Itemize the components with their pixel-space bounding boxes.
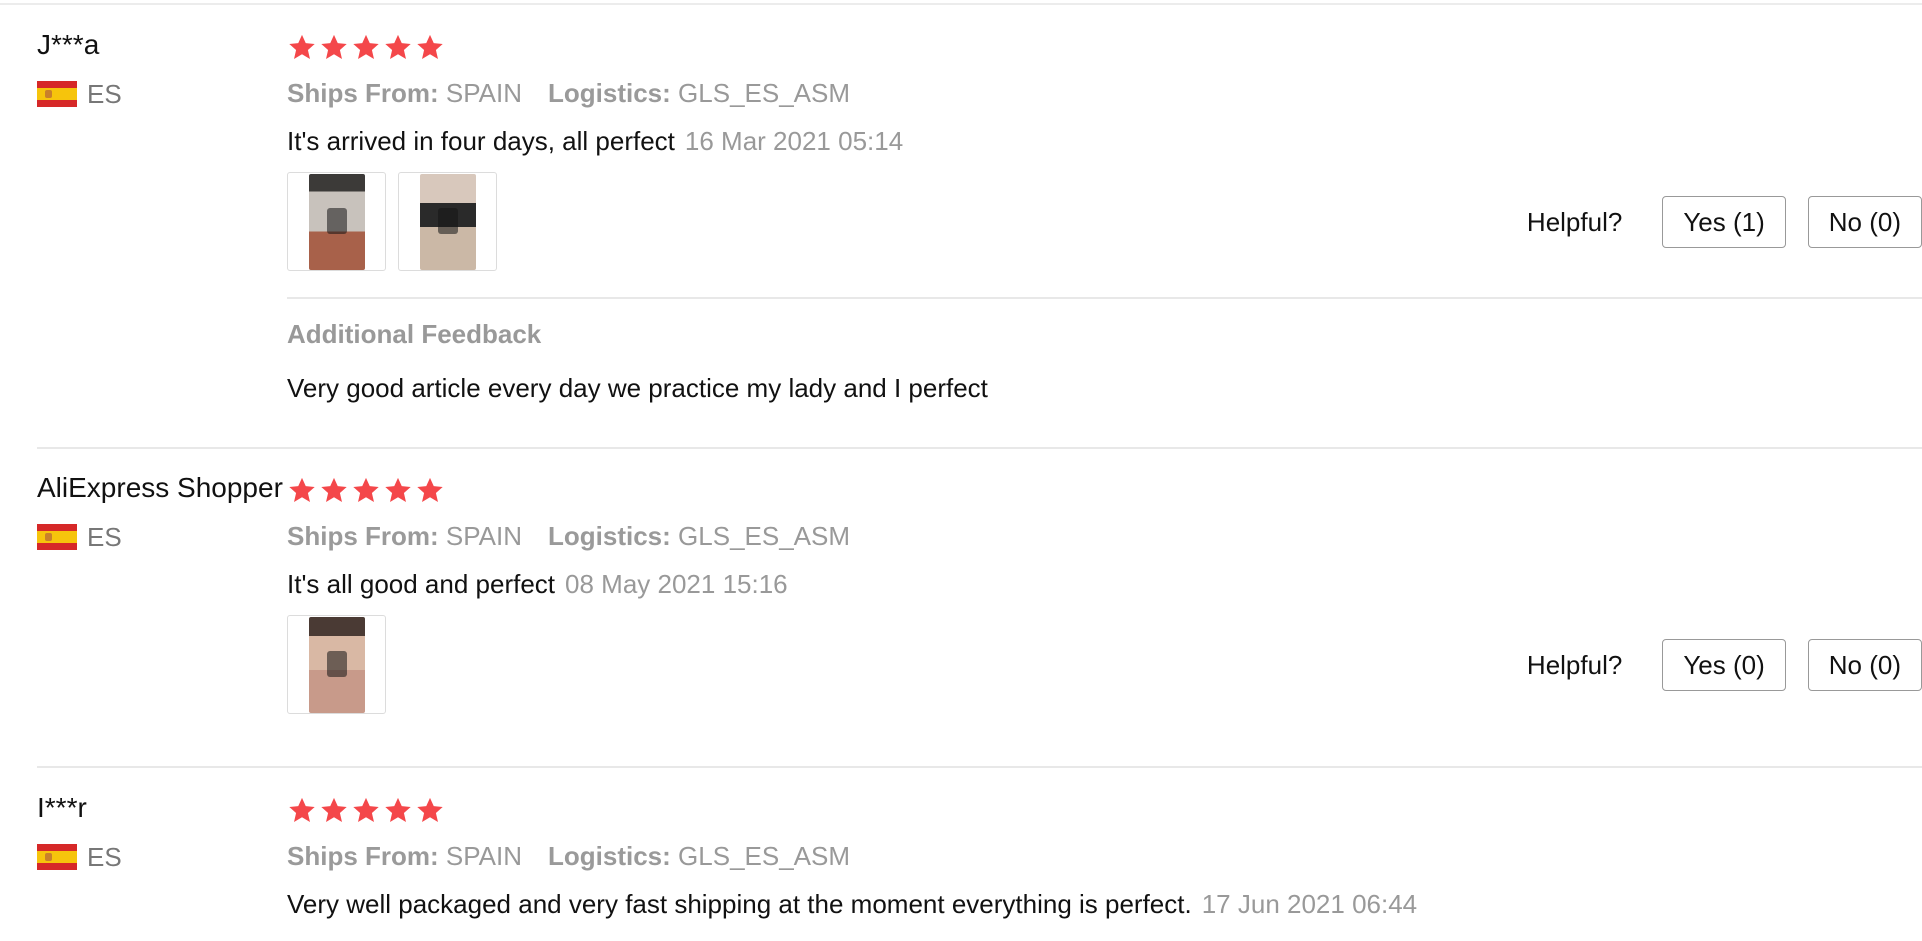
- spain-flag-icon: [37, 844, 77, 870]
- ships-from-label: Ships From:: [287, 521, 439, 551]
- review-item: AliExpress Shopper ES Ships From: SPAIN L…: [37, 471, 1922, 768]
- star-icon: [351, 796, 381, 825]
- star-icon: [383, 476, 413, 505]
- review-text-line: It's arrived in four days, all perfect 16…: [287, 124, 1922, 158]
- helpful-yes-button[interactable]: Yes (1): [1662, 196, 1786, 248]
- ships-from-label: Ships From:: [287, 78, 439, 108]
- review-date: 08 May 2021 15:16: [565, 569, 788, 599]
- star-icon: [287, 796, 317, 825]
- review-text: Very well packaged and very fast shippin…: [287, 889, 1192, 919]
- helpful-vote: Helpful? Yes (0) No (0): [1527, 639, 1922, 691]
- review-text-line: Very well packaged and very fast shippin…: [287, 887, 1922, 921]
- review-photo-thumbnail[interactable]: [287, 172, 386, 271]
- reviewer-info: AliExpress Shopper ES: [37, 471, 283, 553]
- star-icon: [287, 476, 317, 505]
- review-content: Ships From: SPAIN Logistics: GLS_ES_ASM I…: [287, 28, 1922, 405]
- logistics-label: Logistics:: [548, 841, 671, 871]
- helpful-no-button[interactable]: No (0): [1807, 639, 1922, 691]
- review-item: I***r ES Ships From: SPAIN Logistics: GLS…: [37, 791, 1922, 941]
- reviewer-country: ES: [37, 841, 277, 873]
- star-rating: [287, 28, 1922, 66]
- reviewer-name: I***r: [37, 792, 87, 823]
- additional-feedback-text: Very good article every day we practice …: [287, 373, 988, 403]
- reviewer-country: ES: [37, 78, 277, 110]
- top-divider: [0, 3, 1922, 5]
- helpful-yes-button[interactable]: Yes (0): [1662, 639, 1786, 691]
- star-icon: [383, 796, 413, 825]
- helpful-no-button[interactable]: No (0): [1807, 196, 1922, 248]
- helpful-label: Helpful?: [1526, 206, 1623, 237]
- ships-from-value: SPAIN: [445, 521, 523, 551]
- reviewer-country: ES: [37, 521, 277, 553]
- reviewer-name: J***a: [37, 29, 100, 60]
- shipping-info: Ships From: SPAIN Logistics: GLS_ES_ASM: [287, 76, 1922, 110]
- star-icon: [383, 33, 413, 62]
- logistics-value: GLS_ES_ASM: [678, 521, 851, 551]
- spain-flag-icon: [37, 524, 77, 550]
- country-code: ES: [87, 841, 122, 872]
- shipping-info: Ships From: SPAIN Logistics: GLS_ES_ASM: [287, 839, 1922, 873]
- helpful-label: Helpful?: [1526, 649, 1623, 680]
- logistics-value: GLS_ES_ASM: [678, 841, 851, 871]
- star-icon: [351, 33, 381, 62]
- ships-from-value: SPAIN: [445, 78, 523, 108]
- star-icon: [415, 33, 445, 62]
- star-icon: [415, 476, 445, 505]
- star-icon: [319, 796, 349, 825]
- star-icon: [415, 796, 445, 825]
- review-date: 17 Jun 2021 06:44: [1201, 889, 1418, 919]
- star-icon: [351, 476, 381, 505]
- logistics-label: Logistics:: [548, 521, 671, 551]
- star-rating: [287, 471, 1922, 509]
- star-icon: [319, 476, 349, 505]
- review-photo: [308, 173, 365, 270]
- review-date: 16 Mar 2021 05:14: [684, 126, 904, 156]
- review-photo: [308, 616, 365, 713]
- review-text: It's all good and perfect: [287, 569, 556, 599]
- country-code: ES: [87, 78, 122, 109]
- review-photo: [419, 173, 476, 270]
- logistics-value: GLS_ES_ASM: [678, 78, 851, 108]
- reviewer-info: J***a ES: [37, 28, 277, 110]
- review-text: It's arrived in four days, all perfect: [287, 126, 675, 156]
- reviewer-name: AliExpress Shopper: [37, 472, 283, 503]
- review-content: Ships From: SPAIN Logistics: GLS_ES_ASM I…: [287, 471, 1922, 714]
- star-icon: [287, 33, 317, 62]
- ships-from-label: Ships From:: [287, 841, 439, 871]
- additional-feedback: Additional Feedback Very good article ev…: [287, 297, 1922, 405]
- shipping-info: Ships From: SPAIN Logistics: GLS_ES_ASM: [287, 519, 1922, 553]
- ships-from-value: SPAIN: [445, 841, 523, 871]
- helpful-vote: Helpful? Yes (1) No (0): [1527, 196, 1922, 248]
- logistics-label: Logistics:: [548, 78, 671, 108]
- spain-flag-icon: [37, 81, 77, 107]
- country-code: ES: [87, 521, 122, 552]
- review-photo-thumbnail[interactable]: [287, 615, 386, 714]
- reviewer-info: I***r ES: [37, 791, 277, 873]
- star-rating: [287, 791, 1922, 829]
- review-item: J***a ES Ships From: SPAIN Logistics: GLS…: [37, 28, 1922, 449]
- review-text-line: It's all good and perfect 08 May 2021 15:…: [287, 567, 1922, 601]
- review-photo-thumbnail[interactable]: [398, 172, 497, 271]
- star-icon: [319, 33, 349, 62]
- additional-feedback-title: Additional Feedback: [287, 319, 542, 349]
- review-content: Ships From: SPAIN Logistics: GLS_ES_ASM V…: [287, 791, 1922, 921]
